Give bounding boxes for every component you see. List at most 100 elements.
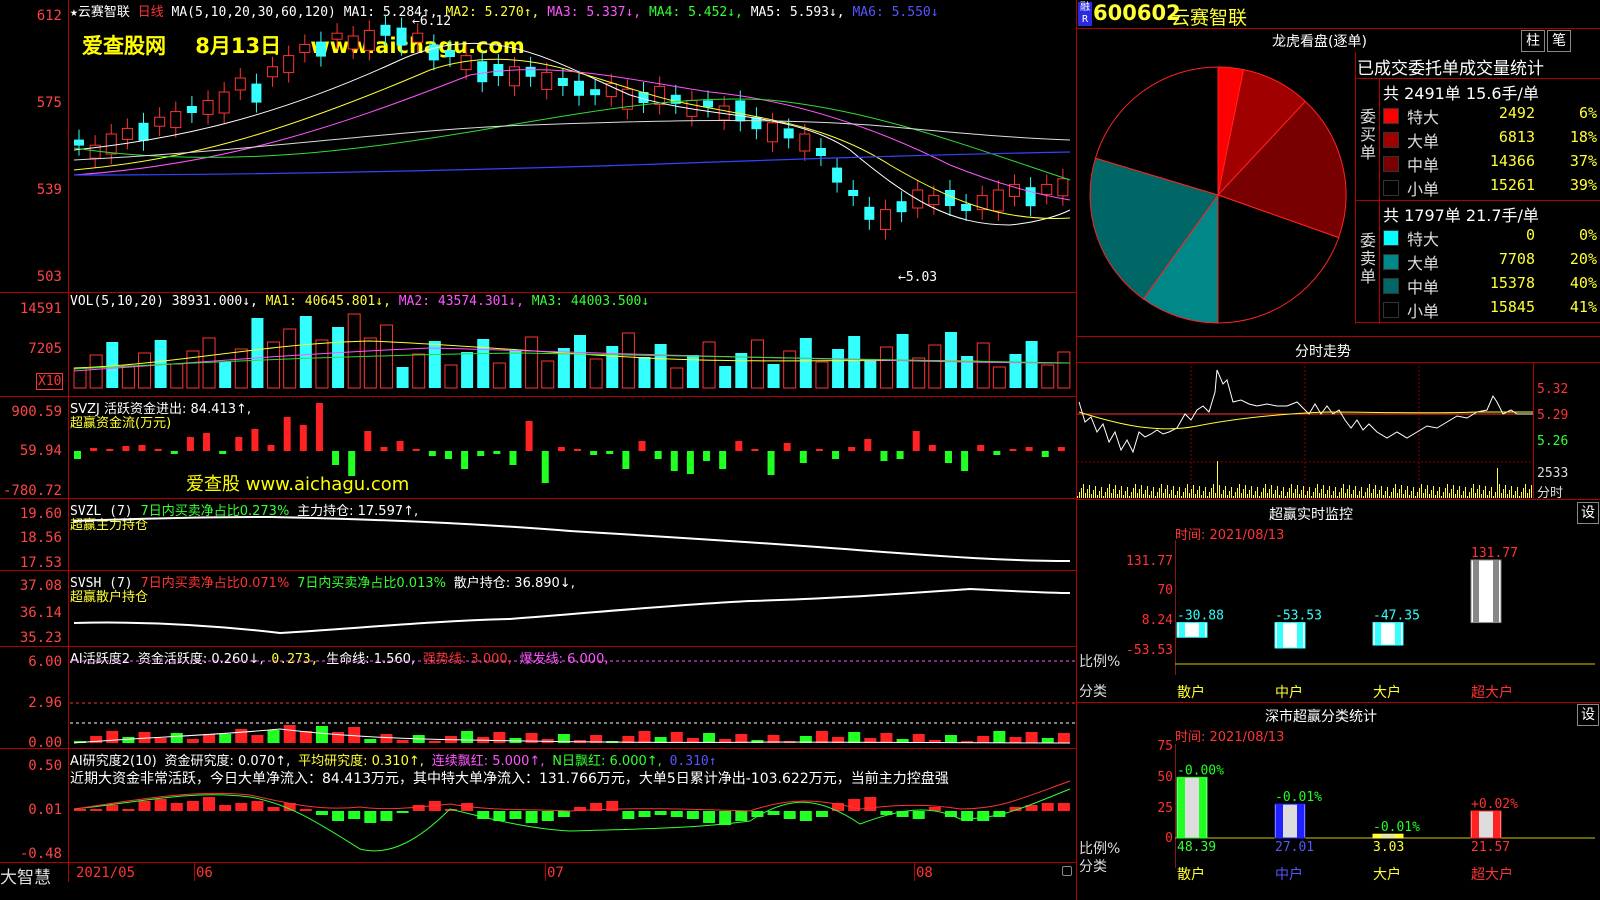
svzj-chart[interactable]: [70, 397, 1076, 498]
intraday-vol-bar: [1121, 486, 1122, 498]
column-view-button[interactable]: 柱: [1521, 30, 1545, 52]
svsh-chart[interactable]: [70, 571, 1076, 646]
shenzhen-val-0: 48.39: [1177, 840, 1217, 855]
ai-research-bar: [138, 801, 151, 811]
shenzhen-settings-button[interactable]: 设: [1577, 704, 1599, 726]
intraday-vol-bar: [1467, 496, 1468, 498]
stats-row-value: 2492: [1498, 104, 1535, 122]
intraday-vol-bar: [1077, 496, 1078, 498]
svzj-bar: [880, 451, 888, 461]
intraday-vol-bar: [1471, 488, 1472, 498]
intraday-vol-bar: [1287, 492, 1288, 498]
candle-body-down: [896, 201, 907, 213]
intraday-vol-bar: [1391, 492, 1392, 498]
vol-bar-down: [461, 352, 474, 388]
intraday-vol-bar: [1307, 491, 1308, 498]
vol-bar-up: [815, 361, 829, 389]
monitor-bar-shade: [1395, 622, 1401, 646]
candle-body-down: [315, 41, 326, 57]
stats-row-value: 7708: [1498, 250, 1535, 268]
intraday-vol-bar: [1283, 487, 1284, 498]
ai-research-bar: [380, 811, 393, 821]
ai-research-bar: [219, 805, 232, 811]
stock-name-right: 云赛智联: [1171, 7, 1248, 29]
ai-research-bar: [299, 809, 312, 811]
ai-research-axis-bot: -0.48: [19, 846, 62, 862]
intraday-vol-bar: [1291, 484, 1292, 498]
svzj-bar: [799, 451, 807, 463]
candlestick-chart[interactable]: [70, 0, 1076, 292]
intraday-vol-bar: [1225, 486, 1226, 498]
intraday-vol-bar: [1411, 491, 1412, 498]
intraday-vol-bar: [1335, 487, 1336, 498]
shenzhen-val-3: 21.57: [1471, 840, 1511, 855]
intraday-vol-bar: [1119, 490, 1120, 498]
price-axis-503: 503: [36, 269, 62, 285]
svzl-axis-bot: 17.53: [19, 555, 62, 571]
intraday-vol-bar: [1373, 489, 1374, 498]
intraday-vol-bar: [1153, 487, 1154, 498]
candle-body-up: [605, 83, 617, 98]
vol-bar-up: [621, 332, 635, 389]
intraday-vol-bar: [1523, 488, 1524, 498]
monitor-bar-label: -47.35: [1373, 609, 1420, 624]
ai-research-bar: [670, 811, 683, 817]
intraday-vol-bar: [1415, 496, 1416, 498]
intraday-vol-bar: [1327, 490, 1328, 498]
monitor-bar-shade: [1493, 560, 1499, 623]
ai-active-chart[interactable]: [70, 647, 1076, 748]
intraday-vol-bar: [1401, 485, 1402, 498]
intraday-vol-bar: [1319, 493, 1320, 498]
vol-bar-down: [606, 346, 619, 388]
price-axis-539: 539: [36, 182, 62, 198]
monitor-settings-button[interactable]: 设: [1577, 502, 1599, 524]
candle-body-down: [961, 204, 972, 211]
vol-bar-up: [138, 352, 152, 389]
intraday-vol-bar: [1331, 495, 1332, 498]
candle-body-down: [493, 64, 504, 76]
vol-bar-down: [509, 350, 522, 388]
vol-bar-up: [234, 348, 248, 389]
intraday-vol-bar: [1357, 495, 1358, 498]
intraday-vol-bar: [1079, 492, 1080, 498]
svzj-bar: [219, 451, 227, 454]
volume-chart[interactable]: [70, 293, 1076, 396]
lock-icon[interactable]: [1062, 866, 1072, 876]
intraday-chart[interactable]: [1077, 362, 1533, 498]
intraday-vol-bar: [1505, 485, 1506, 498]
intraday-vol-bar: [1229, 491, 1230, 498]
tick-view-button[interactable]: 笔: [1547, 30, 1571, 52]
ai-active-bar: [364, 739, 377, 743]
intraday-vol-bar: [1231, 487, 1232, 498]
intraday-vol-bar: [1493, 496, 1494, 498]
candle-body-down: [783, 128, 794, 139]
brand-label: 大智慧: [0, 868, 51, 888]
vol-axis-top: 14591: [19, 301, 62, 317]
ma6-line: [73, 151, 1071, 176]
intraday-vol-bar: [1465, 487, 1466, 498]
svzj-bar: [590, 451, 598, 455]
ai-research-bar: [396, 811, 409, 813]
svzj-bar: [896, 451, 904, 459]
ai-research-chart[interactable]: [70, 749, 1076, 862]
svzj-bar: [493, 451, 501, 454]
ai-active-bar: [396, 740, 409, 743]
vol-bar-down: [477, 339, 490, 388]
candle-body-up: [347, 35, 359, 50]
ai-active-bar: [170, 733, 183, 743]
chart-area[interactable]: ★云赛智联 日线 MA(5,10,20,30,60,120) MA1: 5.28…: [0, 0, 1076, 900]
intraday-vol-bar: [1149, 495, 1150, 498]
svzj-bar: [864, 439, 872, 451]
ai-research-bar: [170, 803, 183, 811]
intraday-vol-bar: [1483, 490, 1484, 498]
svzl-chart[interactable]: [70, 499, 1076, 570]
intraday-vol-bar: [1343, 484, 1344, 498]
svzj-bar: [622, 451, 630, 469]
shenzhen-bar-shade: [1178, 777, 1185, 838]
candle-body-up: [331, 32, 343, 40]
ai-research-bar: [799, 811, 812, 821]
monitor-title: 超赢实时监控: [1269, 507, 1353, 523]
intraday-vol-bar: [1489, 491, 1490, 498]
intraday-vol-bar: [1103, 496, 1104, 498]
stats-row-name: 特大: [1407, 108, 1440, 127]
